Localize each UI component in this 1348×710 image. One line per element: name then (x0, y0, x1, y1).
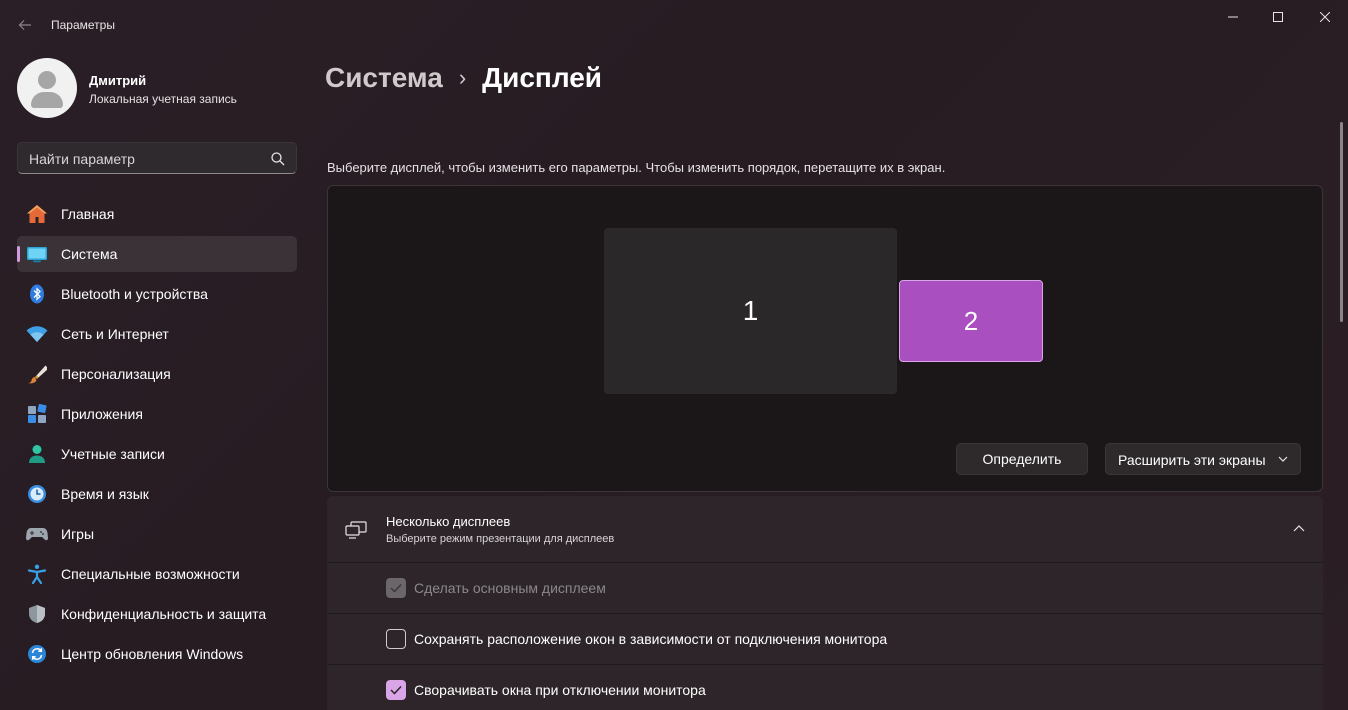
section-title: Несколько дисплеев (386, 514, 511, 529)
page-title: Дисплей (482, 62, 603, 93)
system-icon (26, 244, 48, 264)
sidebar-item-label: Персонализация (61, 366, 171, 382)
sidebar-item-label: Bluetooth и устройства (61, 286, 208, 302)
sidebar-item-label: Приложения (61, 406, 143, 422)
sidebar-item-apps[interactable]: Приложения (17, 396, 297, 432)
maximize-icon (1273, 12, 1283, 22)
sidebar-item-label: Главная (61, 206, 115, 222)
close-icon (1320, 12, 1330, 22)
option-row-minimize-windows: Сворачивать окна при отключении монитора (327, 665, 1323, 710)
close-button[interactable] (1302, 0, 1348, 34)
checkmark-icon (390, 685, 402, 695)
sidebar-item-time-language[interactable]: Время и язык (17, 476, 297, 512)
option-label: Сохранять расположение окон в зависимост… (414, 631, 888, 647)
maximize-button[interactable] (1255, 0, 1301, 34)
multiple-monitors-icon (345, 521, 367, 539)
search-placeholder: Найти параметр (29, 151, 135, 167)
section-subtitle: Выберите режим презентации для дисплеев (386, 533, 615, 545)
monitor-number: 2 (963, 305, 979, 336)
sidebar-item-label: Сеть и Интернет (61, 326, 169, 342)
bluetooth-icon (26, 284, 48, 304)
sidebar-item-system[interactable]: Система (17, 236, 297, 272)
display-arrangement-panel: 1 2 Определить Расширить эти экраны (327, 185, 1323, 492)
sidebar-item-label: Учетные записи (61, 446, 165, 462)
sidebar-item-accessibility[interactable]: Специальные возможности (17, 556, 297, 592)
breadcrumb-parent[interactable]: Система (325, 62, 443, 94)
option-label: Сворачивать окна при отключении монитора (414, 682, 706, 698)
user-profile[interactable]: Дмитрий Локальная учетная запись (17, 58, 297, 118)
minimize-icon (1228, 16, 1238, 18)
app-title: Параметры (51, 18, 115, 32)
sidebar-item-gaming[interactable]: Игры (17, 516, 297, 552)
multiple-displays-header[interactable]: Несколько дисплеев Выберите режим презен… (327, 496, 1323, 563)
checkmark-icon (390, 583, 402, 593)
windows-update-icon (26, 644, 48, 664)
sidebar-item-network[interactable]: Сеть и Интернет (17, 316, 297, 352)
sidebar-item-label: Система (61, 246, 118, 262)
scrollbar-thumb[interactable] (1340, 122, 1343, 322)
arrow-left-icon (18, 20, 31, 30)
minimize-windows-checkbox[interactable] (386, 680, 406, 700)
monitor-1-tile[interactable]: 1 (604, 228, 897, 394)
primary-display-checkbox[interactable] (386, 578, 406, 598)
chevron-up-icon[interactable] (1293, 524, 1305, 534)
option-label: Сделать основным дисплеем (414, 580, 606, 596)
breadcrumb: Система › Дисплей (325, 58, 602, 98)
remember-window-locations-checkbox[interactable] (386, 629, 406, 649)
dropdown-selected-value: Расширить эти экраны (1118, 452, 1266, 468)
monitor-number: 1 (742, 295, 759, 326)
monitor-2-tile[interactable]: 2 (899, 280, 1043, 362)
privacy-shield-icon (26, 604, 48, 624)
title-bar: Параметры (0, 0, 1348, 48)
sidebar-item-label: Конфиденциальность и защита (61, 606, 267, 622)
sidebar-item-label: Специальные возможности (61, 566, 240, 582)
account-type: Локальная учетная запись (89, 92, 237, 106)
time-language-icon (26, 484, 48, 504)
option-row-primary-display: Сделать основным дисплеем (327, 563, 1323, 614)
minimize-button[interactable] (1210, 0, 1256, 34)
sidebar-item-label: Центр обновления Windows (61, 646, 244, 662)
sidebar-item-home[interactable]: Главная (17, 196, 297, 232)
sidebar-item-bluetooth[interactable]: Bluetooth и устройства (17, 276, 297, 312)
display-mode-dropdown[interactable]: Расширить эти экраны (1105, 443, 1301, 475)
sidebar-item-accounts[interactable]: Учетные записи (17, 436, 297, 472)
brush-icon (26, 364, 48, 384)
search-icon[interactable] (270, 151, 286, 167)
accessibility-icon (26, 564, 48, 584)
gaming-icon (26, 524, 48, 544)
chevron-down-icon (1278, 456, 1288, 462)
sidebar-item-privacy[interactable]: Конфиденциальность и защита (17, 596, 297, 632)
multiple-displays-section: Несколько дисплеев Выберите режим презен… (327, 496, 1323, 710)
sidebar-item-label: Игры (61, 526, 95, 542)
home-icon (26, 204, 48, 224)
sidebar-item-windows-update[interactable]: Центр обновления Windows (17, 636, 297, 672)
display-hint-text: Выберите дисплей, чтобы изменить его пар… (327, 160, 946, 175)
network-icon (26, 324, 48, 344)
avatar (17, 58, 77, 118)
sidebar-item-personalization[interactable]: Персонализация (17, 356, 297, 392)
accounts-icon (26, 444, 48, 464)
search-input[interactable]: Найти параметр (17, 142, 297, 174)
sidebar-nav: Главная Система Bluetooth и устройства С… (17, 196, 297, 676)
sidebar-item-label: Время и язык (61, 486, 149, 502)
back-button[interactable] (10, 10, 40, 40)
user-name: Дмитрий (89, 73, 147, 88)
apps-icon (26, 404, 48, 424)
identify-button[interactable]: Определить (956, 443, 1088, 475)
option-row-remember-window-locations: Сохранять расположение окон в зависимост… (327, 614, 1323, 665)
breadcrumb-separator: › (458, 65, 467, 90)
